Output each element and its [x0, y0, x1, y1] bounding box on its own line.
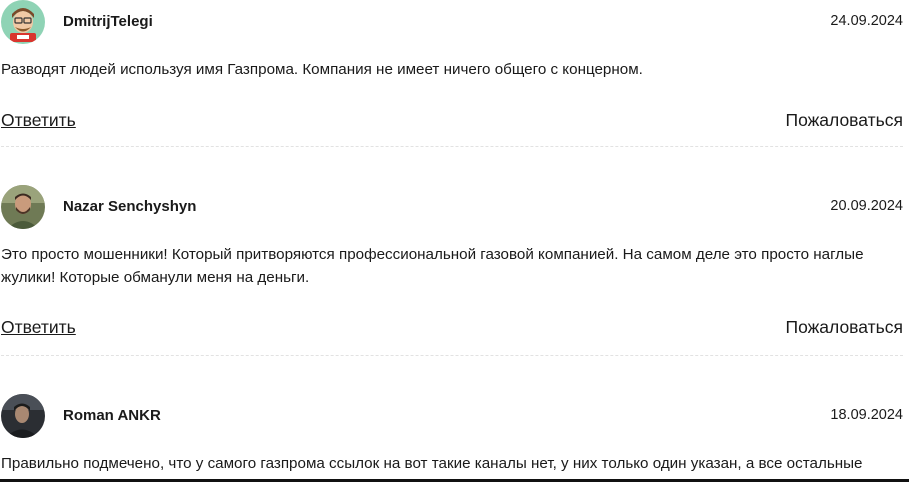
avatar-photo-icon [1, 185, 45, 229]
comment: Roman ANKR 18.09.2024 Правильно подмечен… [1, 394, 903, 475]
avatar-cartoon-icon [1, 0, 45, 44]
comment-actions: Ответить Пожаловаться [1, 317, 903, 341]
comment-text: Правильно подмечено, что у самого газпро… [1, 455, 863, 472]
comment-author: Nazar Senchyshyn [63, 198, 197, 215]
comment-divider [1, 355, 903, 356]
comment-date: 20.09.2024 [830, 198, 903, 214]
comment-actions: Ответить Пожаловаться [1, 110, 903, 134]
comment-header: Nazar Senchyshyn 20.09.2024 [1, 185, 903, 231]
comment-date: 18.09.2024 [830, 407, 903, 423]
comment-author: Roman ANKR [63, 407, 161, 424]
comment-date: 24.09.2024 [830, 13, 903, 29]
comment: Nazar Senchyshyn 20.09.2024 Это просто м… [1, 185, 903, 341]
avatar[interactable] [1, 0, 45, 44]
avatar[interactable] [1, 394, 45, 438]
avatar[interactable] [1, 185, 45, 229]
reply-link[interactable]: Ответить [1, 317, 76, 338]
comment-text: Это просто мошенники! Который притворяют… [1, 246, 864, 286]
reply-link[interactable]: Ответить [1, 110, 76, 131]
report-link[interactable]: Пожаловаться [785, 110, 903, 131]
comment-divider [1, 146, 903, 147]
comment-text: Разводят людей используя имя Газпрома. К… [1, 61, 643, 78]
comment: DmitrijTelegi 24.09.2024 Разводят людей … [1, 0, 903, 134]
comment-author: DmitrijTelegi [63, 13, 153, 30]
report-link[interactable]: Пожаловаться [785, 317, 903, 338]
avatar-photo-icon [1, 394, 45, 438]
comment-header: Roman ANKR 18.09.2024 [1, 394, 903, 440]
comment-header: DmitrijTelegi 24.09.2024 [1, 0, 903, 46]
